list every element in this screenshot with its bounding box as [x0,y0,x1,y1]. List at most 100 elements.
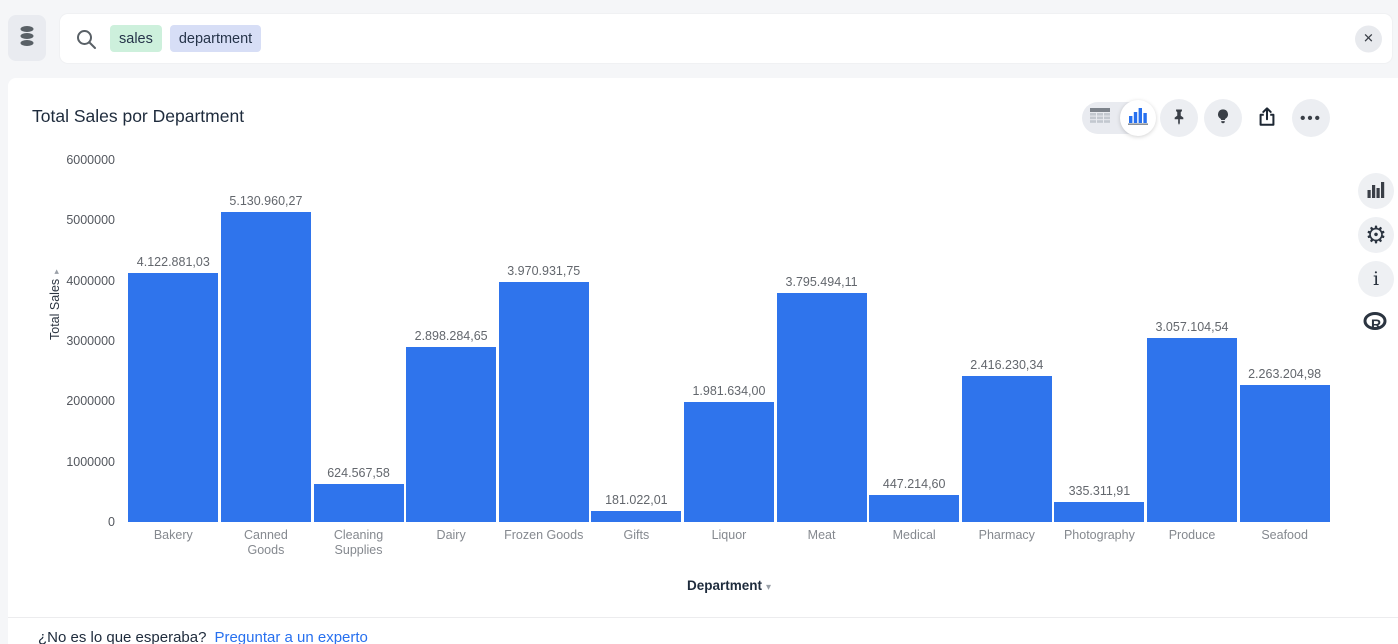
r-logo-icon: R [1363,311,1389,336]
bar-slot: 3.057.104,54 [1146,160,1239,522]
x-axis-category-label[interactable]: Photography [1053,528,1146,558]
y-axis-tick: 3000000 [8,334,115,348]
more-options-button[interactable]: ••• [1292,99,1330,137]
right-rail: ⚙ i R [1358,173,1394,341]
x-axis-category-label[interactable]: Seafood [1238,528,1331,558]
info-button[interactable]: i [1358,261,1394,297]
x-axis-category-label[interactable]: Gifts [590,528,683,558]
ask-expert-link[interactable]: Preguntar a un experto [214,629,367,644]
answer-panel: Total Sales por Department [8,78,1398,644]
bar-slot: 2.416.230,34 [960,160,1053,522]
x-axis-title[interactable]: Department▾ [127,578,1331,593]
bar-gifts[interactable] [591,511,681,522]
top-bar: sales department ✕ [0,0,1398,78]
x-axis-labels: BakeryCanned GoodsCleaning SuppliesDairy… [127,528,1331,558]
bar-cleaning-supplies[interactable] [314,484,404,522]
y-axis-tick: 5000000 [8,213,115,227]
bar-slot: 335.311,91 [1053,160,1146,522]
settings-button[interactable]: ⚙ [1358,217,1394,253]
x-axis-category-label[interactable]: Produce [1146,528,1239,558]
y-axis-tick: 4000000 [8,274,115,288]
bar-value-label: 3.795.494,11 [786,275,858,289]
x-axis-category-label[interactable]: Frozen Goods [497,528,590,558]
y-axis-tick: 1000000 [8,455,115,469]
bar-value-label: 447.214,60 [883,477,946,491]
chart-title: Total Sales por Department [32,106,244,127]
search-token-sales[interactable]: sales [110,25,162,52]
bar-slot: 624.567,58 [312,160,405,522]
bar-slot: 5.130.960,27 [220,160,313,522]
bar-value-label: 4.122.881,03 [137,255,210,269]
gear-icon: ⚙ [1365,223,1387,247]
chart-config-button[interactable] [1358,173,1394,209]
x-axis-category-label[interactable]: Pharmacy [960,528,1053,558]
bar-value-label: 2.898.284,65 [415,329,488,343]
bar-value-label: 181.022,01 [605,493,668,507]
bar-photography[interactable] [1054,502,1144,522]
bar-value-label: 1.981.634,00 [692,384,765,398]
answer-toolbar: ••• [1082,99,1330,137]
y-axis-ticks: 0100000020000003000000400000050000006000… [8,160,115,522]
r-analysis-button[interactable]: R [1358,305,1394,341]
share-button[interactable] [1248,99,1286,137]
spotiq-button[interactable] [1204,99,1242,137]
bar-slot: 2.263.204,98 [1238,160,1331,522]
search-icon [74,27,98,51]
bar-slot: 3.795.494,11 [775,160,868,522]
bar-slot: 181.022,01 [590,160,683,522]
x-axis-category-label[interactable]: Cleaning Supplies [312,528,405,558]
y-axis-tick: 2000000 [8,394,115,408]
bar-slot: 447.214,60 [868,160,961,522]
bar-slot: 4.122.881,03 [127,160,220,522]
chart-view-button[interactable] [1120,100,1156,136]
share-icon [1256,106,1278,131]
bar-value-label: 2.416.230,34 [970,358,1043,372]
info-icon: i [1373,268,1379,290]
bar-frozen-goods[interactable] [499,282,589,522]
y-axis-tick: 0 [8,515,115,529]
svg-text:R: R [1371,316,1381,332]
database-icon [17,25,37,52]
x-axis-category-label[interactable]: Medical [868,528,961,558]
bar-seafood[interactable] [1240,385,1330,522]
lightbulb-icon [1213,107,1233,130]
bar-value-label: 335.311,91 [1069,484,1131,498]
x-axis-category-label[interactable]: Liquor [683,528,776,558]
bar-slot: 1.981.634,00 [683,160,776,522]
ellipsis-icon: ••• [1300,110,1322,127]
search-bar[interactable]: sales department ✕ [60,14,1392,63]
footer-divider [8,617,1398,618]
bar-value-label: 3.057.104,54 [1156,320,1229,334]
bar-chart-icon [1367,181,1385,202]
bar-liquor[interactable] [684,402,774,522]
feedback-question: ¿No es lo que esperaba? [38,629,206,644]
bar-dairy[interactable] [406,347,496,522]
table-view-button[interactable] [1082,108,1118,129]
bar-produce[interactable] [1147,338,1237,522]
bar-medical[interactable] [869,495,959,522]
x-axis-category-label[interactable]: Meat [775,528,868,558]
bar-bakery[interactable] [128,273,218,522]
y-axis-tick: 6000000 [8,153,115,167]
x-axis-category-label[interactable]: Bakery [127,528,220,558]
clear-search-button[interactable]: ✕ [1355,25,1382,52]
bar-chart-plot: 4.122.881,03 5.130.960,27 624.567,58 2.898.… [127,160,1331,522]
bar-slot: 2.898.284,65 [405,160,498,522]
chevron-down-icon: ▾ [766,582,771,593]
bar-canned-goods[interactable] [221,212,311,522]
x-axis-category-label[interactable]: Dairy [405,528,498,558]
bar-slot: 3.970.931,75 [497,160,590,522]
viz-type-toggle [1082,102,1154,134]
pin-icon [1169,107,1189,130]
x-axis-category-label[interactable]: Canned Goods [220,528,313,558]
search-token-department[interactable]: department [170,25,261,52]
bar-value-label: 624.567,58 [327,466,390,480]
bar-chart-icon [1128,107,1148,130]
feedback-footer: ¿No es lo que esperaba? Preguntar a un e… [38,629,368,644]
pin-button[interactable] [1160,99,1198,137]
bar-pharmacy[interactable] [962,376,1052,522]
data-source-button[interactable] [8,15,46,61]
bar-value-label: 3.970.931,75 [507,264,580,278]
bar-value-label: 2.263.204,98 [1248,367,1321,381]
bar-meat[interactable] [777,293,867,522]
